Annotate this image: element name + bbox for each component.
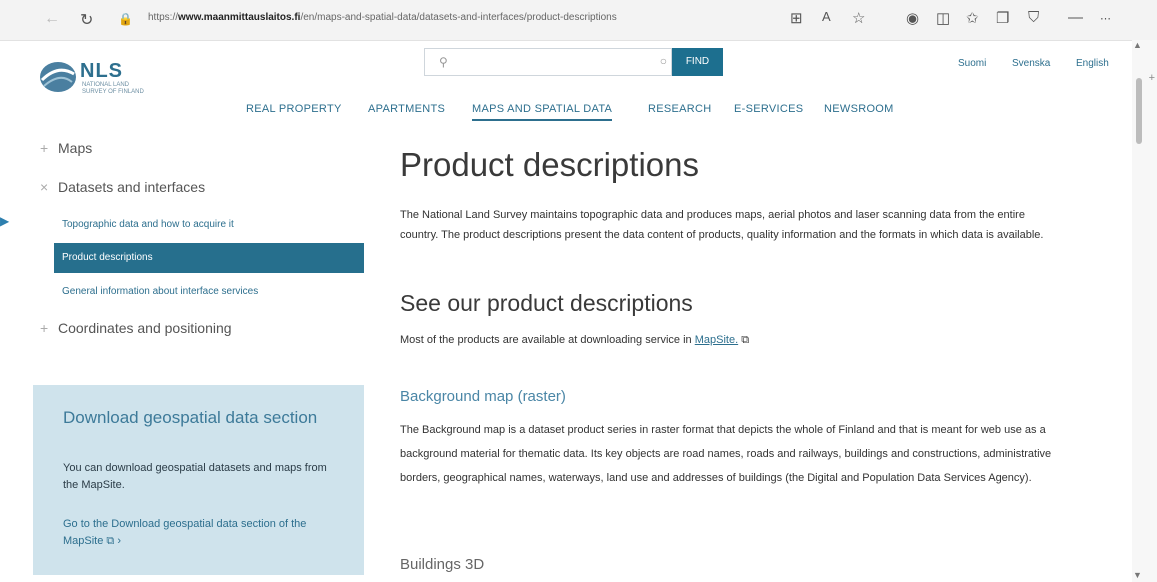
plus-icon: + <box>40 140 49 156</box>
chevron-right-icon: › <box>117 535 122 547</box>
intro-paragraph: The National Land Survey maintains topog… <box>400 209 1044 241</box>
external-link-icon: ⧉ <box>741 334 750 346</box>
lock-icon[interactable]: 🔒 <box>118 12 133 26</box>
page-title: Product descriptions <box>400 146 699 183</box>
pointer-arrow-icon: ▶ <box>0 214 10 228</box>
download-box: Download geospatial data section You can… <box>33 385 364 575</box>
mapsite-link[interactable]: MapSite. <box>695 334 738 346</box>
reload-icon[interactable]: ↻ <box>80 10 93 30</box>
scroll-up-icon[interactable]: ▲ <box>1133 40 1142 50</box>
sidebar-subitem-topographic[interactable]: Topographic data and how to acquire it <box>62 219 234 230</box>
settings-dots-icon[interactable]: ⋯ <box>1100 12 1111 25</box>
external-link-icon: ⧉ <box>106 535 115 547</box>
sidebar-item-datasets[interactable]: × Datasets and interfaces <box>40 179 205 195</box>
nav-real-property[interactable]: REAL PROPERTY <box>246 103 342 115</box>
scroll-down-icon[interactable]: ▼ <box>1133 570 1142 580</box>
plus-icon: + <box>40 320 49 336</box>
lang-svenska[interactable]: Svenska <box>1012 58 1050 69</box>
split-screen-icon[interactable]: ◫ <box>936 9 950 27</box>
download-box-text: You can download geospatial datasets and… <box>63 462 327 491</box>
sidebar-subitem-interface-services[interactable]: General information about interface serv… <box>62 286 258 297</box>
shield-icon[interactable]: ⛉ <box>1028 9 1039 26</box>
favorites-icon[interactable]: ✩ <box>966 9 979 27</box>
nav-e-services[interactable]: E-SERVICES <box>734 103 803 115</box>
download-link-label: Go to the Download geospatial data secti… <box>63 518 307 547</box>
mapsite-text: Most of the products are available at do… <box>400 334 695 346</box>
sidebar-subitem-product-descriptions[interactable]: Product descriptions <box>54 243 364 273</box>
back-arrow-icon[interactable]: ← <box>44 10 60 28</box>
mapsite-paragraph: Most of the products are available at do… <box>400 330 1060 350</box>
nav-newsroom[interactable]: NEWSROOM <box>824 103 894 115</box>
favorite-star-icon[interactable]: ☆ <box>852 9 865 27</box>
minimize-icon[interactable]: — <box>1068 9 1083 26</box>
sidebar-item-coordinates[interactable]: + Coordinates and positioning <box>40 320 232 336</box>
logo-brand: NLS <box>80 60 123 82</box>
address-bar[interactable]: https://www.maanmittauslaitos.fi/en/maps… <box>148 12 768 28</box>
collections-icon[interactable]: ❐ <box>996 9 1009 27</box>
close-icon: × <box>40 179 49 195</box>
search-icon: ⚲ <box>439 55 448 69</box>
nav-research[interactable]: RESEARCH <box>648 103 712 115</box>
browser-toolbar: ← ↻ 🔒 https://www.maanmittauslaitos.fi/e… <box>0 0 1157 41</box>
url-path: /en/maps-and-spatial-data/datasets-and-i… <box>300 12 617 23</box>
nav-apartments[interactable]: APARTMENTS <box>368 103 445 115</box>
sidebar-item-label: Maps <box>58 140 93 156</box>
product-heading-buildings-3d[interactable]: Buildings 3D <box>400 556 484 573</box>
nav-maps-and-spatial-data[interactable]: MAPS AND SPATIAL DATA <box>472 103 613 121</box>
clear-icon[interactable]: ○ <box>660 54 667 68</box>
scrollbar-thumb[interactable] <box>1136 78 1142 144</box>
sidebar-item-label: Datasets and interfaces <box>58 179 206 195</box>
url-domain: www.maanmittauslaitos.fi <box>178 12 301 23</box>
nls-logo[interactable]: NLS NATIONAL LAND SURVEY OF FINLAND <box>38 54 178 104</box>
product-description: The Background map is a dataset product … <box>400 424 1052 484</box>
download-box-link[interactable]: Go to the Download geospatial data secti… <box>63 516 333 550</box>
product-heading-background-map[interactable]: Background map (raster) <box>400 388 566 405</box>
search-input[interactable]: ⚲ ○ <box>424 48 672 76</box>
nls-logo-mark-icon <box>40 62 76 92</box>
read-aloud-icon[interactable]: A <box>822 9 831 24</box>
apps-icon[interactable]: ⊞ <box>790 9 803 27</box>
lang-suomi[interactable]: Suomi <box>958 58 986 69</box>
sidebar-add-icon[interactable]: + <box>1149 72 1155 84</box>
url-prefix: https:// <box>148 12 179 23</box>
extension-icon[interactable]: ◉ <box>906 9 919 27</box>
find-button[interactable]: FIND <box>672 48 723 76</box>
download-box-heading: Download geospatial data section <box>63 408 318 427</box>
sidebar-item-label: Coordinates and positioning <box>58 320 232 336</box>
scrollbar[interactable]: ▲ ▼ <box>1132 40 1157 582</box>
sidebar-item-maps[interactable]: + Maps <box>40 140 92 156</box>
lang-english[interactable]: English <box>1076 58 1109 69</box>
logo-subtitle: NATIONAL LAND SURVEY OF FINLAND <box>82 82 144 95</box>
section-title: See our product descriptions <box>400 290 693 316</box>
